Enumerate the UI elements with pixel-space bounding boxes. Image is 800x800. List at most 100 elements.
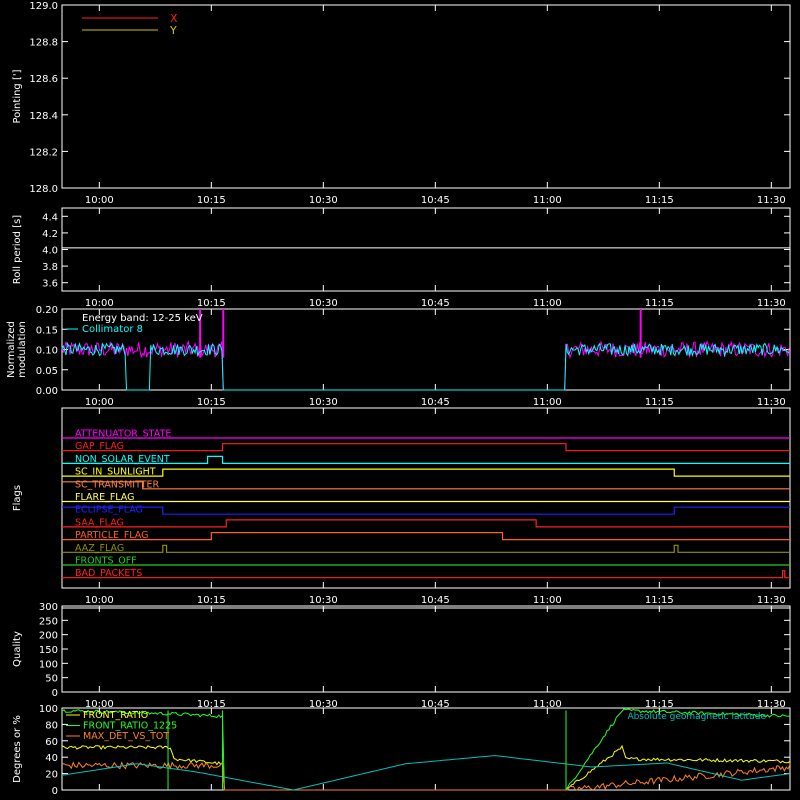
y-tick-label: 50 bbox=[45, 674, 58, 685]
panel-2: 10:00 10:15 10:30 10:45 11:00 11:15 11:30 0.00 0… bbox=[6, 305, 791, 408]
y-tick-label: 0 bbox=[52, 688, 58, 699]
flag-line-bad-packets bbox=[62, 570, 790, 579]
x-tick-label: 11:15 bbox=[645, 595, 674, 606]
y-tick-label: 3.8 bbox=[42, 262, 58, 273]
x-tick-label: 10:45 bbox=[421, 595, 450, 606]
x-tick-label: 11:30 bbox=[757, 595, 786, 606]
modulation-series-0 bbox=[61, 339, 790, 391]
flag-label-aaz-flag: AAZ_FLAG bbox=[75, 543, 124, 554]
flag-label-sc-in-sunlight: SC_IN_SUNLIGHT bbox=[75, 467, 156, 478]
y-tick-label: 129.0 bbox=[29, 1, 58, 12]
x-tick-label: 11:00 bbox=[533, 397, 562, 408]
panel-1: 10:00 10:15 10:30 10:45 11:00 11:15 11:30 3.6 3.… bbox=[12, 207, 791, 309]
y-tick-label: 0 bbox=[52, 786, 58, 797]
y-tick-label: 128.4 bbox=[29, 111, 58, 122]
x-tick-label: 10:15 bbox=[197, 298, 226, 309]
flag-label-sc-transmitter: SC_TRANSMITTER bbox=[75, 479, 160, 490]
flag-label-particle-flag: PARTICLE_FLAG bbox=[75, 530, 148, 541]
x-tick-label: 10:15 bbox=[197, 595, 226, 606]
y-tick-label: 150 bbox=[39, 645, 58, 656]
y-tick-label: 80 bbox=[45, 720, 58, 731]
flag-label-saa-flag: SAA_FLAG bbox=[75, 517, 124, 528]
y-tick-label: 0.05 bbox=[36, 366, 58, 377]
x-tick-label: 10:00 bbox=[85, 397, 114, 408]
flag-line-non-solar-event bbox=[62, 455, 790, 464]
legend-label-y: Y bbox=[169, 24, 177, 37]
legend-label: FRONT_RATIO bbox=[83, 710, 148, 721]
y-tick-label: 40 bbox=[45, 753, 58, 764]
panel-0: 10:00 10:15 10:30 10:45 11:00 11:15 11:30 128.0… bbox=[12, 1, 791, 206]
y-tick-label: 250 bbox=[39, 616, 58, 627]
x-tick-label: 10:45 bbox=[421, 397, 450, 408]
flag-label-eclipse-flag: ECLIPSE_FLAG bbox=[75, 505, 143, 516]
flag-line-particle-flag bbox=[62, 532, 790, 541]
legend-label: Energy band: 12-25 keV bbox=[82, 313, 203, 324]
plot-frame bbox=[61, 207, 791, 292]
y-axis-label: Flags bbox=[12, 485, 23, 511]
y-tick-label: 4.2 bbox=[42, 229, 58, 240]
x-tick-label: 10:00 bbox=[85, 595, 114, 606]
x-tick-label: 10:45 bbox=[421, 195, 450, 206]
panel-4: 10:00 10:15 10:30 10:45 11:00 11:15 11:3005010… bbox=[12, 602, 791, 710]
flag-line-sc-in-sunlight bbox=[62, 468, 790, 477]
y-axis-label: modulation bbox=[17, 321, 28, 378]
flag-line-eclipse-flag bbox=[62, 506, 790, 515]
x-tick-label: 10:30 bbox=[309, 397, 338, 408]
flag-label-non-solar-event: NON_SOLAR_EVENT bbox=[75, 454, 170, 465]
x-tick-label: 10:15 bbox=[197, 195, 226, 206]
flag-label-attenuator-state: ATTENUATOR_STATE bbox=[75, 429, 171, 440]
y-tick-label: 0.15 bbox=[36, 325, 58, 336]
x-tick-label: 11:00 bbox=[533, 195, 562, 206]
y-tick-label: 128.6 bbox=[29, 74, 58, 85]
panel-5: 0 20 40 60 80 100 Degrees or % FRONT_RATIOFRONT… bbox=[12, 704, 791, 797]
y-tick-label: 0.20 bbox=[36, 305, 58, 316]
y-tick-label: 20 bbox=[45, 770, 58, 781]
y-axis-label: Degrees or % bbox=[12, 715, 23, 783]
y-tick-label: 3.6 bbox=[42, 279, 58, 290]
x-tick-label: 11:15 bbox=[645, 298, 674, 309]
y-tick-label: 100 bbox=[39, 659, 58, 670]
x-tick-label: 11:30 bbox=[757, 195, 786, 206]
y-tick-label: 128.0 bbox=[29, 184, 58, 195]
series-front-ratio bbox=[61, 744, 791, 791]
flag-label-flare-flag: FLARE_FLAG bbox=[75, 492, 135, 503]
stix-quicklook-figure: 10:00 10:15 10:30 10:45 11:00 11:15 11:30 128.0… bbox=[6, 1, 791, 797]
y-axis-label: Pointing ['] bbox=[12, 69, 23, 123]
flag-label-fronts-off: FRONTS_OFF bbox=[75, 556, 137, 567]
y-axis-label: Normalized bbox=[6, 321, 17, 378]
x-tick-label: 11:30 bbox=[757, 397, 786, 408]
x-tick-label: 10:00 bbox=[85, 298, 114, 309]
y-axis-label: Roll period [s] bbox=[12, 215, 23, 284]
legend-label: Collimator 8 bbox=[82, 324, 143, 335]
legend-label: FRONT_RATIO_1225 bbox=[83, 721, 177, 732]
x-tick-label: 11:00 bbox=[533, 595, 562, 606]
flag-label-bad-packets: BAD_PACKETS bbox=[75, 568, 142, 579]
x-tick-label: 11:00 bbox=[533, 298, 562, 309]
x-tick-label: 10:30 bbox=[309, 595, 338, 606]
flag-line-sc-transmitter bbox=[62, 481, 790, 490]
y-tick-label: 128.2 bbox=[29, 147, 58, 158]
x-tick-label: 10:00 bbox=[85, 195, 114, 206]
y-tick-label: 0.10 bbox=[36, 346, 58, 357]
x-tick-label: 10:15 bbox=[197, 397, 226, 408]
panel-3: 10:00 10:15 10:30 10:45 11:00 11:15 11:30 Flags… bbox=[12, 407, 791, 606]
flag-line-saa-flag bbox=[62, 519, 790, 528]
flag-line-aaz-flag bbox=[62, 544, 790, 553]
x-tick-label: 11:30 bbox=[757, 298, 786, 309]
flag-label-gap-flag: GAP_FLAG bbox=[75, 441, 124, 452]
series-absolute-geomagnetic-latitude bbox=[61, 755, 791, 791]
y-tick-label: 4.4 bbox=[42, 212, 58, 223]
y-tick-label: 0.00 bbox=[36, 386, 58, 397]
plot-frame bbox=[61, 605, 791, 693]
y-tick-label: 128.8 bbox=[29, 38, 58, 49]
legend-label: MAX_DET_VS_TOT bbox=[83, 731, 169, 742]
y-tick-label: 200 bbox=[39, 631, 58, 642]
y-tick-label: 100 bbox=[39, 704, 58, 715]
x-tick-label: 10:30 bbox=[309, 298, 338, 309]
x-tick-label: 10:30 bbox=[309, 195, 338, 206]
flag-line-gap-flag bbox=[62, 443, 790, 452]
y-tick-label: 300 bbox=[39, 602, 58, 613]
y-tick-label: 60 bbox=[45, 737, 58, 748]
x-tick-label: 10:45 bbox=[421, 298, 450, 309]
x-tick-label: 11:15 bbox=[645, 195, 674, 206]
